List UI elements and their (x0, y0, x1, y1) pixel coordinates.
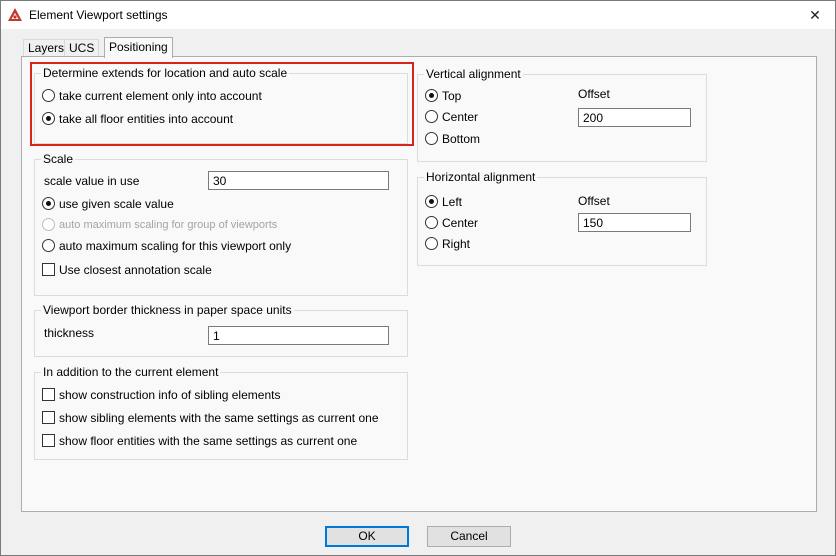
tab-ucs[interactable]: UCS (64, 39, 100, 57)
radio-use-given-scale-label: use given scale value (59, 197, 174, 211)
radio-horizontal-right-label: Right (442, 237, 471, 251)
horizontal-alignment-group-title: Horizontal alignment (424, 170, 538, 184)
horizontal-offset-label: Offset (578, 194, 610, 208)
checkbox-indicator (42, 388, 55, 401)
vertical-alignment-group-title: Vertical alignment (424, 67, 523, 81)
radio-auto-max-viewport-label: auto maximum scaling for this viewport o… (59, 239, 292, 253)
radio-indicator-selected (425, 89, 438, 102)
radio-auto-max-group-label: auto maximum scaling for group of viewpo… (59, 219, 278, 231)
checkbox-floor-same-settings-label: show floor entities with the same settin… (59, 434, 358, 448)
checkbox-closest-annotation-label: Use closest annotation scale (59, 263, 212, 277)
radio-indicator (425, 110, 438, 123)
radio-indicator (425, 132, 438, 145)
close-icon[interactable]: ✕ (795, 1, 835, 29)
border-thickness-group-title: Viewport border thickness in paper space… (41, 303, 294, 317)
window-title: Element Viewport settings (29, 8, 168, 22)
tab-layers[interactable]: Layers (23, 39, 70, 57)
tab-positioning[interactable]: Positioning (104, 37, 173, 58)
red-highlight-box (30, 62, 414, 146)
radio-horizontal-center-label: Center (442, 216, 479, 230)
radio-vertical-bottom-label: Bottom (442, 132, 481, 146)
scale-group-title: Scale (41, 152, 76, 166)
radio-indicator-selected (425, 195, 438, 208)
thickness-label: thickness (44, 326, 95, 340)
radio-vertical-top-label: Top (442, 89, 462, 103)
radio-horizontal-left-label: Left (442, 195, 463, 209)
thickness-input[interactable]: 1 (208, 326, 389, 345)
ok-button[interactable]: OK (325, 526, 409, 547)
radio-indicator-disabled (42, 218, 55, 231)
app-logo-icon (8, 8, 22, 21)
checkbox-indicator (42, 434, 55, 447)
radio-vertical-center-label: Center (442, 110, 479, 124)
radio-indicator (425, 237, 438, 250)
scale-value-label: scale value in use (44, 174, 140, 188)
radio-indicator-selected (42, 197, 55, 210)
scale-value-input[interactable]: 30 (208, 171, 389, 190)
checkbox-indicator (42, 411, 55, 424)
radio-indicator (425, 216, 438, 229)
checkbox-sibling-same-settings-label: show sibling elements with the same sett… (59, 411, 379, 425)
radio-indicator (42, 239, 55, 252)
checkbox-construction-info-label: show construction info of sibling elemen… (59, 388, 281, 402)
title-bar[interactable]: Element Viewport settings ✕ (1, 1, 835, 29)
horizontal-offset-input[interactable]: 150 (578, 213, 691, 232)
addition-group-title: In addition to the current element (41, 365, 221, 379)
cancel-button[interactable]: Cancel (427, 526, 511, 547)
checkbox-indicator (42, 263, 55, 276)
dialog-window: Element Viewport settings ✕ Layers UCS P… (0, 0, 836, 556)
vertical-offset-label: Offset (578, 87, 610, 101)
vertical-offset-input[interactable]: 200 (578, 108, 691, 127)
